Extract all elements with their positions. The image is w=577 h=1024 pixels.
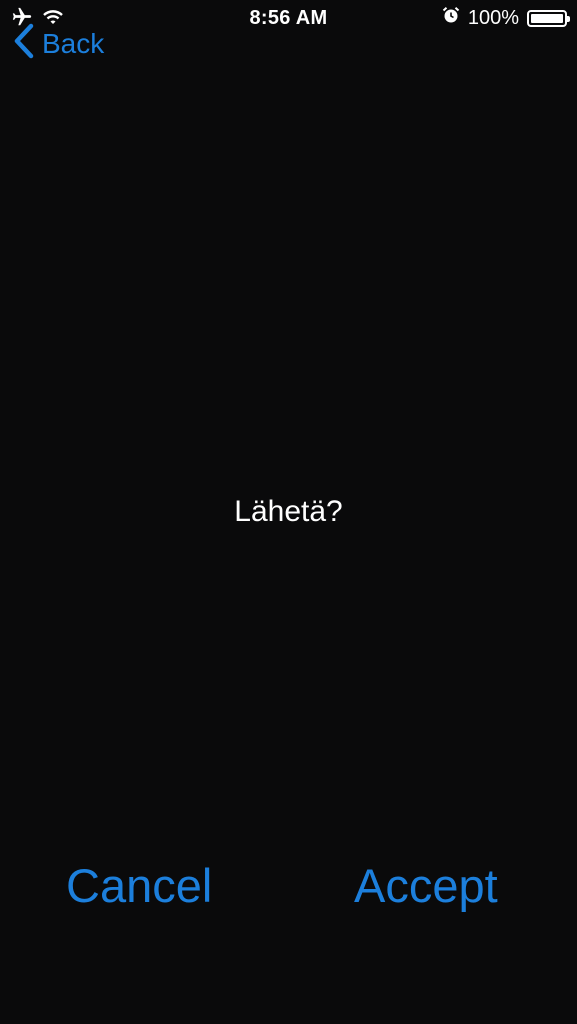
battery-level-fill: [531, 13, 563, 23]
alarm-icon: [442, 6, 460, 30]
cancel-button[interactable]: Cancel: [66, 856, 212, 916]
accept-button[interactable]: Accept: [354, 856, 498, 916]
status-right: 100%: [442, 6, 570, 30]
dialog-prompt: Lähetä?: [234, 495, 343, 528]
back-button[interactable]: Back: [12, 22, 104, 65]
screen: 8:56 AM 100% Back Lähetä? Cancel Accept: [0, 0, 577, 1024]
battery-percent: 100%: [467, 6, 519, 29]
chevron-left-icon: [12, 22, 36, 65]
battery-icon: [527, 9, 570, 27]
back-label: Back: [42, 27, 105, 59]
battery-tip: [567, 15, 570, 22]
